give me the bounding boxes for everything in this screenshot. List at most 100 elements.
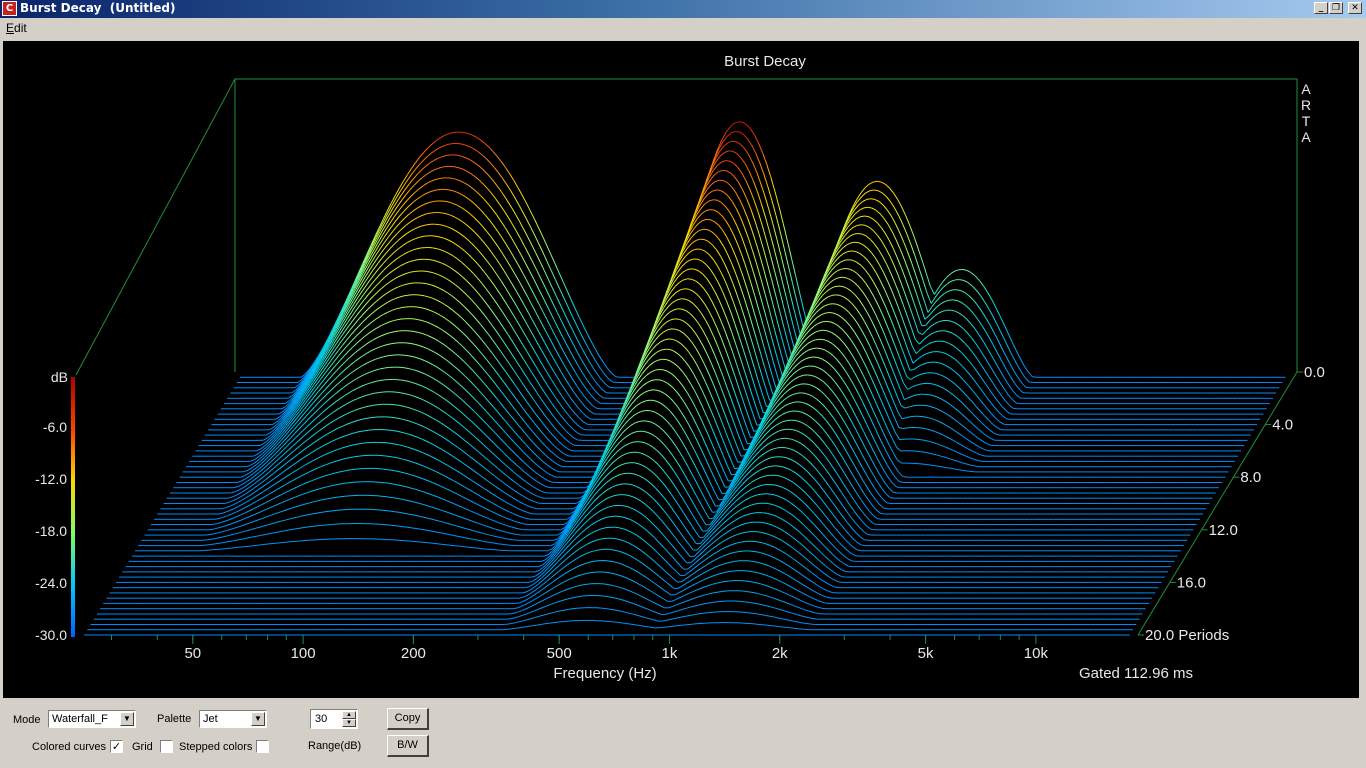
chart-title: Burst Decay <box>724 53 806 70</box>
waterfall-slice-curve <box>835 294 840 296</box>
waterfall-slice-curve <box>407 342 412 345</box>
waterfall-slice-curve <box>423 282 428 285</box>
waterfall-slice-curve <box>430 212 435 214</box>
waterfall-plot: Burst Decay A R T AdB -6.0 -12.0 -18.0 -24.0 -30.… <box>3 41 1359 698</box>
waterfall-slice-curve <box>930 464 935 467</box>
waterfall-slice-curve <box>845 268 850 270</box>
depth-tick-label: 16.0 <box>1177 574 1206 591</box>
waterfall-slice-curve <box>854 241 860 244</box>
depth-edge-top <box>75 78 236 376</box>
waterfall-slice-curve <box>921 451 926 453</box>
title-bar: C Burst Decay (Untitled) _ ❐ ✕ <box>0 0 1366 18</box>
waterfall-slice-curve <box>725 160 730 162</box>
waterfall-slice-curve <box>860 215 865 218</box>
waterfall-slice-curve <box>838 276 843 279</box>
waterfall-slice-curve <box>449 143 454 145</box>
waterfall-slice-curve <box>861 224 866 226</box>
waterfall-slice-curve <box>829 312 834 314</box>
waterfall-slice-curve <box>445 154 451 156</box>
depth-tick-label: 0.0 <box>1304 364 1325 381</box>
z-axis-label: dB <box>51 369 68 385</box>
waterfall-slice-curve <box>909 369 914 371</box>
waterfall-slice-curve <box>866 198 871 200</box>
waterfall-slice-curve <box>869 189 875 192</box>
waterfall-slice-curve <box>853 233 859 235</box>
waterfall-slice-curve <box>823 329 828 332</box>
waterfall-slice-curve <box>962 469 968 472</box>
waterfall-slice-curve <box>921 324 926 327</box>
waterfall-slice-curve <box>867 206 872 209</box>
waterfall-slice-curve <box>917 450 922 453</box>
depth-tick-label: 4.0 <box>1272 417 1293 434</box>
waterfall-slice-curve <box>966 470 972 472</box>
waterfall-slice-curve <box>826 320 831 323</box>
gated-annotation: Gated 112.96 ms <box>1079 665 1193 682</box>
colorbar <box>71 377 75 637</box>
waterfall-slice-curve <box>457 143 462 145</box>
waterfall-slice-curve <box>924 393 929 396</box>
waterfall-slice-curve <box>934 361 939 364</box>
waterfall-slice-curve <box>942 466 947 469</box>
waterfall-slice-curve <box>851 250 856 253</box>
waterfall-slice-curve <box>863 206 868 209</box>
waterfall-slice-curve <box>828 303 833 305</box>
menu-bar: Edit <box>0 18 1366 38</box>
waterfall-slice-curve <box>922 372 928 375</box>
waterfall-slice-curve <box>1032 376 1037 378</box>
waterfall-slice-curve <box>940 340 945 343</box>
waterfall-slice-curve <box>841 268 846 270</box>
frequency-tick-label: 10k <box>1024 645 1049 662</box>
waterfall-slice-curve <box>442 165 447 168</box>
waterfall-slice-curve <box>910 415 915 418</box>
waterfall-slice-curve <box>913 404 918 407</box>
waterfall-slice-curve <box>864 215 869 218</box>
waterfall-slice-curve <box>413 318 418 321</box>
depth-tick-label: 12.0 <box>1209 522 1238 539</box>
waterfall-slice-curve <box>1029 381 1034 383</box>
arta-app-icon: C <box>2 1 17 16</box>
z-tick-label: -12.0 <box>35 471 67 487</box>
waterfall-slice-curve <box>927 382 933 385</box>
waterfall-slice-curve <box>822 320 827 323</box>
frequency-tick-label: 2k <box>772 645 788 662</box>
waterfall-slice-curve <box>615 376 620 378</box>
waterfall-slice-curve <box>832 303 837 305</box>
close-button[interactable]: ✕ <box>1348 2 1362 14</box>
waterfall-slice-curve <box>922 416 927 418</box>
waterfall-slice-curve <box>922 463 927 465</box>
restore-button[interactable]: ❐ <box>1329 2 1343 14</box>
frequency-tick-label: 1k <box>662 645 678 662</box>
z-tick-label: -6.0 <box>43 419 67 435</box>
waterfall-slice-curve <box>954 468 959 471</box>
waterfall-slice-curve <box>870 198 875 200</box>
waterfall-slice-curve <box>1016 402 1021 405</box>
waterfall-slice-curve <box>919 383 924 385</box>
watermark-letter: R <box>1301 97 1311 113</box>
waterfall-slice-curve <box>934 465 939 467</box>
waterfall-slice-curve <box>433 200 438 202</box>
waterfall-slice-curve <box>438 212 443 214</box>
waterfall-slice-curve <box>950 467 955 470</box>
waterfall-slice-curve <box>819 338 825 341</box>
waterfall-slice-curve <box>847 250 852 253</box>
watermark-letter: T <box>1302 113 1311 129</box>
menu-edit[interactable]: Edit <box>6 21 27 35</box>
waterfall-slice-curve <box>858 233 863 235</box>
waterfall-slice-curve <box>920 439 925 441</box>
window-title: Burst Decay (Untitled) <box>20 1 176 15</box>
waterfall-slice-curve <box>825 312 830 314</box>
waterfall-slice-curve <box>1019 397 1024 399</box>
waterfall-slice-curve <box>938 465 943 468</box>
waterfall-slice-curve <box>850 241 855 244</box>
waterfall-slice-curve <box>937 351 942 353</box>
waterfall-slice-curve <box>420 294 425 297</box>
waterfall-slice-curve <box>818 329 824 332</box>
waterfall-slice-curve <box>899 438 904 441</box>
waterfall-slice-curve <box>452 131 457 134</box>
waterfall-slice-curve <box>397 318 402 321</box>
minimize-button[interactable]: _ <box>1314 2 1328 14</box>
waterfall-slice-curve <box>873 189 879 192</box>
waterfall-chart: Burst Decay ARTAdB -6.0 -12.0 -18.0 -24.0 -30.… <box>35 53 1325 682</box>
waterfall-slice-curve <box>609 386 614 389</box>
waterfall-slice-curve <box>916 393 921 396</box>
